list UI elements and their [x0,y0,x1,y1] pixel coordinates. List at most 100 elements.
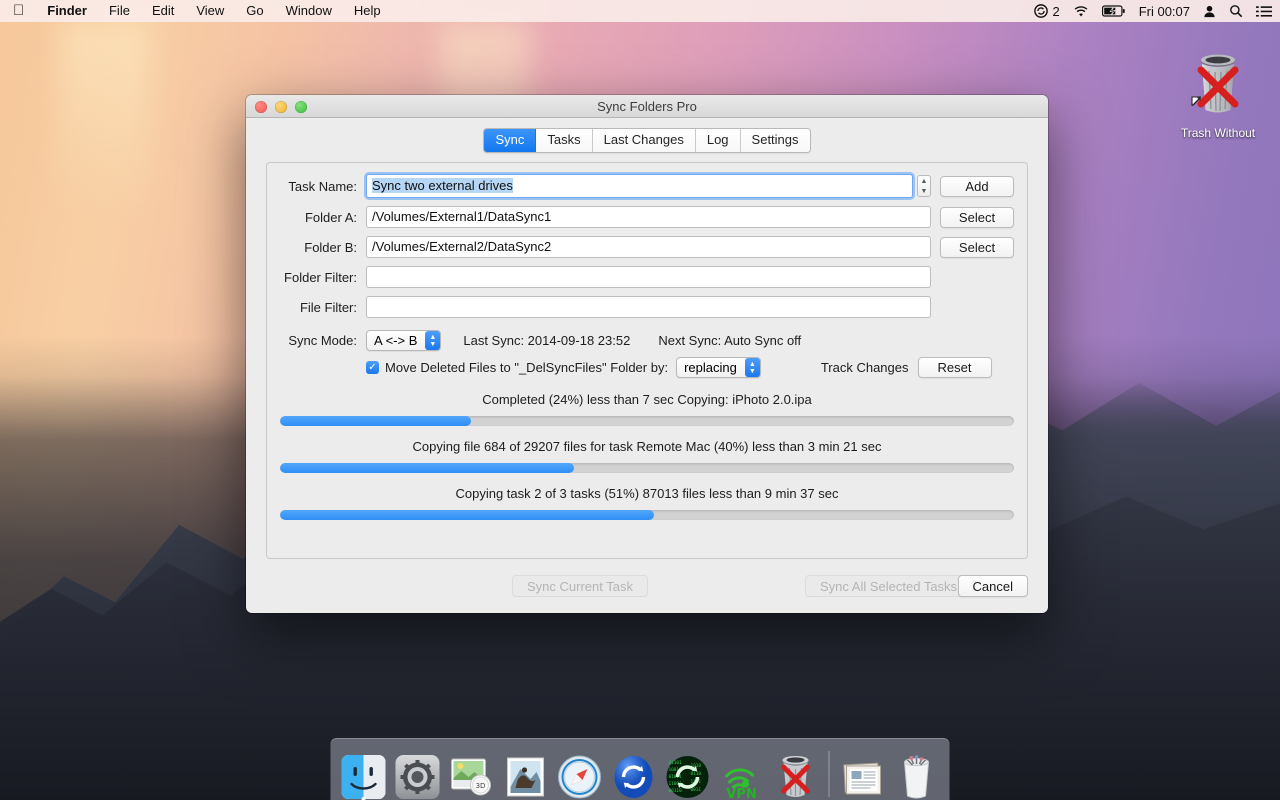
menu-item-file[interactable]: File [98,0,141,22]
chevron-updown-icon: ▲▼ [425,331,440,350]
task-name-value: Sync two external drives [372,178,513,193]
svg-text:3D: 3D [476,782,486,790]
sky-streak [60,22,150,222]
tab-settings[interactable]: Settings [741,129,810,152]
file-filter-input[interactable] [366,296,931,318]
search-icon[interactable] [1229,4,1243,18]
tab-sync[interactable]: Sync [484,129,536,152]
trash-alias-icon [1187,52,1249,118]
dock-item-mail[interactable] [501,748,551,800]
dock-item-documents-stack[interactable] [838,748,888,800]
svg-text:0110: 0110 [691,771,702,777]
sync-arrows-icon[interactable] [1034,4,1048,18]
svg-text:01101: 01101 [669,760,683,766]
dock-item-photos[interactable]: 3D [447,748,497,800]
menu-item-view[interactable]: View [185,0,235,22]
progress-bar-fill [280,416,471,426]
svg-text:00110: 00110 [669,788,683,794]
task-name-row: Task Name: Sync two external drives ▲▼ A… [280,174,1014,198]
menu-bar-left:  Finder File Edit View Go Window Help [0,0,392,22]
dock-item-vpn[interactable]: VPN [717,748,767,800]
dock-item-finder[interactable] [339,748,389,800]
folder-b-row: Folder B: /Volumes/External2/DataSync2 S… [280,236,1014,258]
reset-button[interactable]: Reset [918,357,992,378]
stepper-up-icon[interactable]: ▲ [918,176,930,186]
desktop-icon-trash-without[interactable]: Trash Without [1168,52,1268,140]
wifi-icon[interactable] [1073,5,1089,18]
window-footer: Sync Current Task Sync All Selected Task… [246,559,1048,613]
battery-charging-icon[interactable] [1102,5,1126,17]
tab-last-changes[interactable]: Last Changes [593,129,696,152]
menu-item-help[interactable]: Help [343,0,392,22]
sync-current-task-button[interactable]: Sync Current Task [512,575,648,597]
sync-mode-label: Sync Mode: [280,333,366,348]
sync-all-selected-tasks-button[interactable]: Sync All Selected Tasks [805,575,972,597]
tab-tasks[interactable]: Tasks [536,129,592,152]
svg-text:0011: 0011 [691,787,702,793]
chevron-updown-icon: ▲▼ [745,358,760,377]
user-icon[interactable] [1203,5,1216,18]
dock-item-trash[interactable] [892,748,942,800]
desktop:  Finder File Edit View Go Window Help 2… [0,0,1280,800]
menu-item-window[interactable]: Window [275,0,343,22]
stepper-down-icon[interactable]: ▼ [918,186,930,196]
folder-a-input[interactable]: /Volumes/External1/DataSync1 [366,206,931,228]
add-task-button[interactable]: Add [940,176,1014,197]
progress-bar-task [280,463,1014,473]
task-name-input[interactable]: Sync two external drives [366,174,913,198]
desktop-icon-label: Trash Without [1168,126,1268,140]
progress-text-overall: Copying task 2 of 3 tasks (51%) 87013 fi… [280,486,1014,501]
dock-item-safari[interactable] [555,748,605,800]
task-name-label: Task Name: [280,179,366,194]
svg-text:VPN: VPN [726,787,756,800]
file-filter-row: File Filter: [280,296,1014,318]
folder-b-input[interactable]: /Volumes/External2/DataSync2 [366,236,931,258]
folder-filter-input[interactable] [366,266,931,288]
dock-item-sync-green-matrix[interactable]: 0110110010010111100100110101001101101001… [663,748,713,800]
delete-mode-dropdown[interactable]: replacing ▲▼ [676,357,761,378]
progress-group-overall: Copying task 2 of 3 tasks (51%) 87013 fi… [280,486,1014,520]
sync-mode-row: Sync Mode: A <-> B ▲▼ Last Sync: 2014-09… [280,330,1014,351]
sync-panel: Task Name: Sync two external drives ▲▼ A… [266,162,1028,559]
window-body: Sync Tasks Last Changes Log Settings Tas… [246,118,1048,559]
move-deleted-files-checkbox[interactable]: ✓ [366,361,379,374]
menu-item-go[interactable]: Go [235,0,274,22]
sync-mode-dropdown[interactable]: A <-> B ▲▼ [366,330,441,351]
folder-filter-label: Folder Filter: [280,270,366,285]
apple-logo-icon[interactable]:  [0,0,36,22]
dock: 3D 0110110010010111100100110101001101101… [331,738,950,800]
dock-item-trash-without[interactable] [771,748,821,800]
track-changes-label: Track Changes [821,360,909,375]
tab-bar: Sync Tasks Last Changes Log Settings [483,128,810,153]
move-deleted-files-label: Move Deleted Files to "_DelSyncFiles" Fo… [385,360,668,375]
progress-bar-fill [280,463,574,473]
progress-text-task: Copying file 684 of 29207 files for task… [280,439,1014,454]
folder-a-label: Folder A: [280,210,366,225]
menu-bar-clock[interactable]: Fri 00:07 [1139,4,1190,19]
tab-bar-container: Sync Tasks Last Changes Log Settings [266,128,1028,153]
cancel-button[interactable]: Cancel [958,575,1028,597]
menu-item-edit[interactable]: Edit [141,0,185,22]
progress-bar-file [280,416,1014,426]
progress-bar-overall [280,510,1014,520]
tab-log[interactable]: Log [696,129,741,152]
file-filter-label: File Filter: [280,300,366,315]
progress-group-task: Copying file 684 of 29207 files for task… [280,439,1014,473]
notification-list-icon[interactable] [1256,5,1272,18]
menu-bar:  Finder File Edit View Go Window Help 2… [0,0,1280,22]
next-sync-text: Next Sync: Auto Sync off [658,333,801,348]
dock-item-system-preferences[interactable] [393,748,443,800]
progress-text-file: Completed (24%) less than 7 sec Copying:… [280,392,1014,407]
svg-text:01011: 01011 [669,774,683,780]
folder-b-label: Folder B: [280,240,366,255]
window-title: Sync Folders Pro [246,95,1048,118]
folder-b-select-button[interactable]: Select [940,237,1014,258]
menu-item-finder[interactable]: Finder [36,0,98,22]
folder-a-select-button[interactable]: Select [940,207,1014,228]
delete-mode-value: replacing [684,360,737,375]
progress-group-file: Completed (24%) less than 7 sec Copying:… [280,392,1014,426]
dock-item-sync-blue[interactable] [609,748,659,800]
window-title-bar[interactable]: Sync Folders Pro [246,95,1048,118]
progress-section: Completed (24%) less than 7 sec Copying:… [280,392,1014,533]
task-name-stepper[interactable]: ▲▼ [917,175,931,197]
